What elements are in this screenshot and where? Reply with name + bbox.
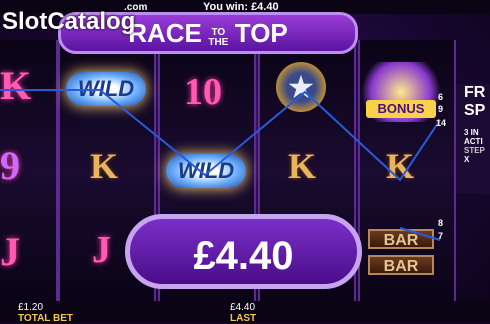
payline-number: 8 bbox=[438, 218, 444, 228]
payline-number: 9 bbox=[438, 104, 444, 114]
payline-number: 14 bbox=[436, 118, 447, 128]
side-panel-line: SP bbox=[464, 102, 486, 119]
win-amount-display: £4.40 bbox=[125, 214, 362, 289]
payline-number: 7 bbox=[438, 231, 444, 241]
side-panel-line: STEP bbox=[464, 146, 485, 155]
watermark-brand: SlotCatalog bbox=[2, 8, 136, 35]
total-bet-value: £1.20 bbox=[18, 302, 44, 313]
side-panel-line: X bbox=[464, 155, 470, 164]
side-panel-line: 3 IN bbox=[464, 128, 479, 137]
side-panel-line: FR bbox=[464, 84, 486, 101]
watermark: SlotCatalog .com bbox=[2, 2, 147, 36]
last-label: LAST bbox=[230, 313, 257, 324]
bottom-bar: £1.20 TOTAL BET £4.40 LAST bbox=[0, 301, 490, 324]
watermark-suffix: .com bbox=[124, 2, 148, 13]
last-value: £4.40 bbox=[230, 302, 256, 313]
logo-word: THE bbox=[208, 36, 229, 48]
payline-number: 6 bbox=[438, 92, 444, 102]
total-bet-label: TOTAL BET bbox=[18, 313, 73, 324]
logo-word: RACE bbox=[128, 18, 202, 48]
logo-word: TOP bbox=[234, 18, 288, 48]
free-spins-panel: FR SP 3 IN ACTI STEP X bbox=[456, 84, 490, 194]
side-panel-line: ACTI bbox=[464, 137, 483, 146]
